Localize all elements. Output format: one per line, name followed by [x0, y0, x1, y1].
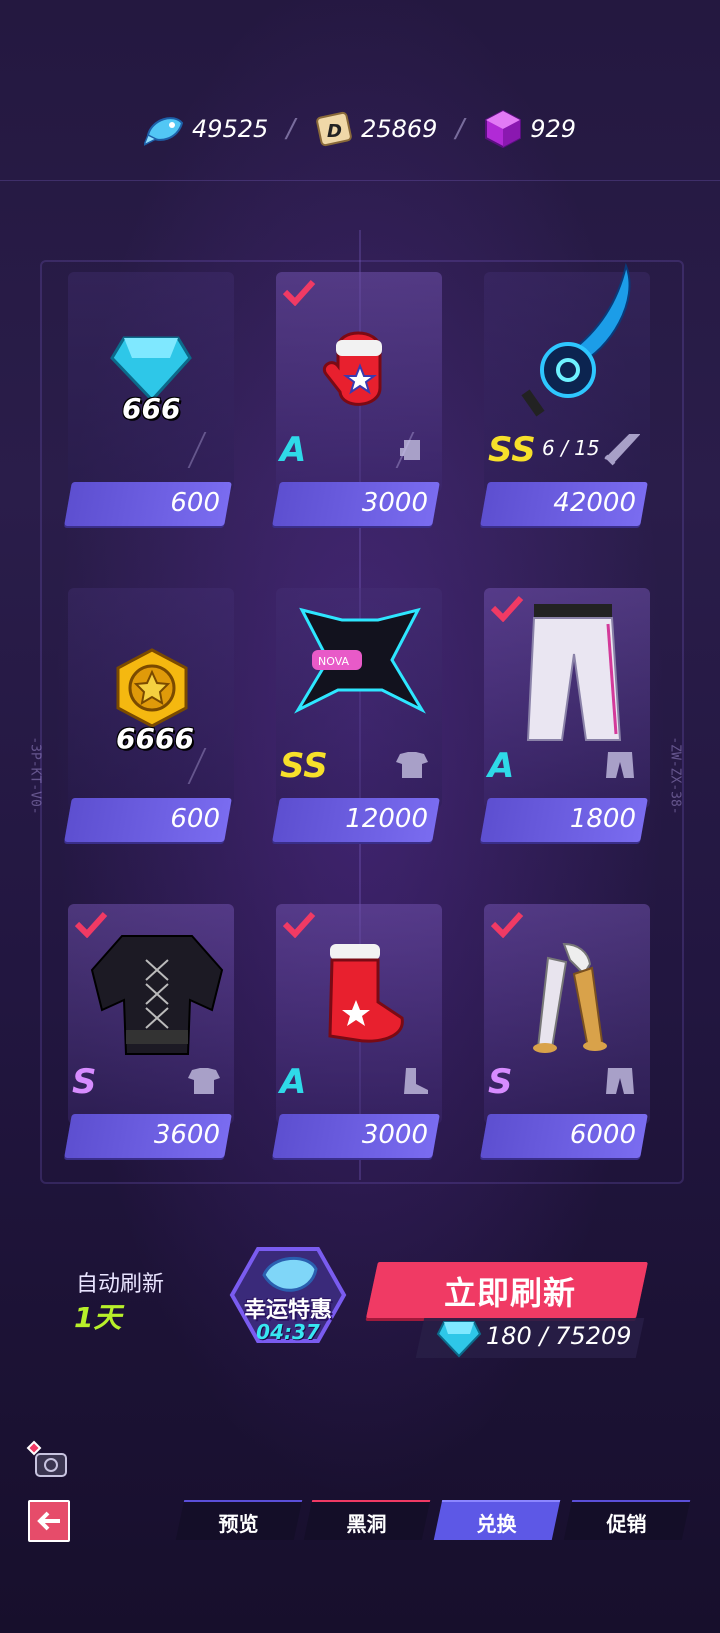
- price-label: 3600: [153, 1120, 220, 1150]
- pants-icon: [526, 604, 622, 741]
- fish-amount: 49525: [191, 115, 269, 143]
- quantity-label: 6666: [116, 722, 194, 755]
- shop-item-trousers[interactable]: S 6000: [480, 904, 650, 1160]
- cube-amount: 929: [530, 115, 577, 143]
- price-label: 42000: [553, 488, 636, 518]
- shop-item-mitten[interactable]: A 3000: [272, 272, 442, 528]
- corset-icon: [90, 935, 224, 1055]
- d-coin-icon: D: [316, 111, 352, 147]
- refresh-cost-label: 180 / 75209: [486, 1322, 632, 1350]
- check-icon: [282, 279, 316, 306]
- tab-exchange[interactable]: 兑换: [433, 1500, 561, 1540]
- count-label: 6 / 15: [542, 436, 600, 460]
- tab-blackhole[interactable]: 黑洞: [303, 1500, 431, 1540]
- dcoin-amount: 25869: [361, 115, 438, 143]
- mitten-icon: [323, 331, 382, 406]
- tab-promotion[interactable]: 促销: [563, 1500, 691, 1540]
- price-label: 6000: [569, 1120, 636, 1150]
- shop-item-corset[interactable]: S 3600: [64, 904, 234, 1160]
- quantity-label: 666: [122, 392, 181, 425]
- fish-icon: [143, 117, 184, 146]
- tab-label: 促销: [606, 1512, 647, 1536]
- back-button[interactable]: [28, 1500, 70, 1542]
- shirt-slot-icon: [188, 1068, 220, 1094]
- svg-text:NOVA: NOVA: [318, 655, 350, 668]
- star-coin-icon: [116, 648, 188, 728]
- price-label: 3000: [361, 488, 428, 518]
- price-label: 3000: [361, 1120, 428, 1150]
- blade-icon: [521, 262, 631, 417]
- grade-badge: A: [488, 746, 515, 786]
- check-icon: [490, 911, 524, 938]
- sword-slot-icon: [604, 434, 640, 466]
- camera-icon[interactable]: [26, 1440, 68, 1478]
- currency-dcoin[interactable]: D 25869: [313, 109, 437, 149]
- shop-item-blade[interactable]: SS 6 / 15 42000: [480, 262, 650, 528]
- grade-badge: A: [280, 430, 307, 470]
- tab-label: 黑洞: [346, 1512, 387, 1536]
- side-code-right: -ZW-ZX-38-: [667, 736, 683, 815]
- price-label: 1800: [569, 804, 636, 834]
- vest-icon: NOVA: [294, 607, 426, 714]
- currency-cube[interactable]: 929: [482, 109, 576, 149]
- currency-fish[interactable]: 49525: [143, 109, 269, 149]
- separator: /: [286, 114, 296, 144]
- shop-item-boot[interactable]: A 3000: [272, 904, 442, 1160]
- check-icon: [490, 595, 524, 622]
- shirt-slot-icon: [396, 752, 428, 778]
- side-code-left: -3P-KT-V0-: [27, 736, 43, 815]
- trousers-icon: [533, 942, 607, 1053]
- grade-badge: S: [72, 1062, 97, 1102]
- price-label: 600: [170, 488, 220, 518]
- auto-refresh-days: 1天: [74, 1301, 122, 1334]
- price-label: 12000: [345, 804, 428, 834]
- cube-icon: [485, 109, 522, 149]
- auto-refresh-label: 自动刷新: [76, 1272, 165, 1297]
- pants-slot-icon: [606, 1068, 634, 1094]
- separator: /: [455, 114, 465, 144]
- boot-icon: [328, 944, 404, 1043]
- shop-item-vest[interactable]: NOVA SS 12000: [272, 588, 442, 844]
- tab-label: 预览: [218, 1512, 259, 1536]
- tab-label: 兑换: [476, 1512, 517, 1536]
- grade-badge: A: [280, 1062, 307, 1102]
- back-arrow-icon: [37, 1511, 60, 1531]
- shop-item-gems[interactable]: 666 600: [64, 272, 234, 528]
- grade-badge: S: [488, 1062, 513, 1102]
- price-label: 600: [170, 804, 220, 834]
- shop-item-pants[interactable]: A 1800: [480, 588, 650, 844]
- refresh-now-label: 立即刷新: [443, 1274, 576, 1312]
- diamond-icon: [436, 1321, 482, 1358]
- currency-bar: 49525 / D 25869 / 929: [0, 104, 720, 154]
- grade-badge: SS: [280, 746, 328, 786]
- boot-slot-icon: [404, 1068, 428, 1094]
- shop-item-coins[interactable]: 6666 600: [64, 588, 234, 844]
- bg-line: [0, 180, 720, 181]
- grade-badge: SS: [488, 430, 536, 470]
- check-icon: [282, 911, 316, 938]
- lucky-deal-timer: 04:37: [256, 1320, 320, 1344]
- pants-slot-icon: [606, 752, 634, 778]
- svg-text:D: D: [327, 121, 342, 142]
- tab-preview[interactable]: 预览: [175, 1500, 303, 1540]
